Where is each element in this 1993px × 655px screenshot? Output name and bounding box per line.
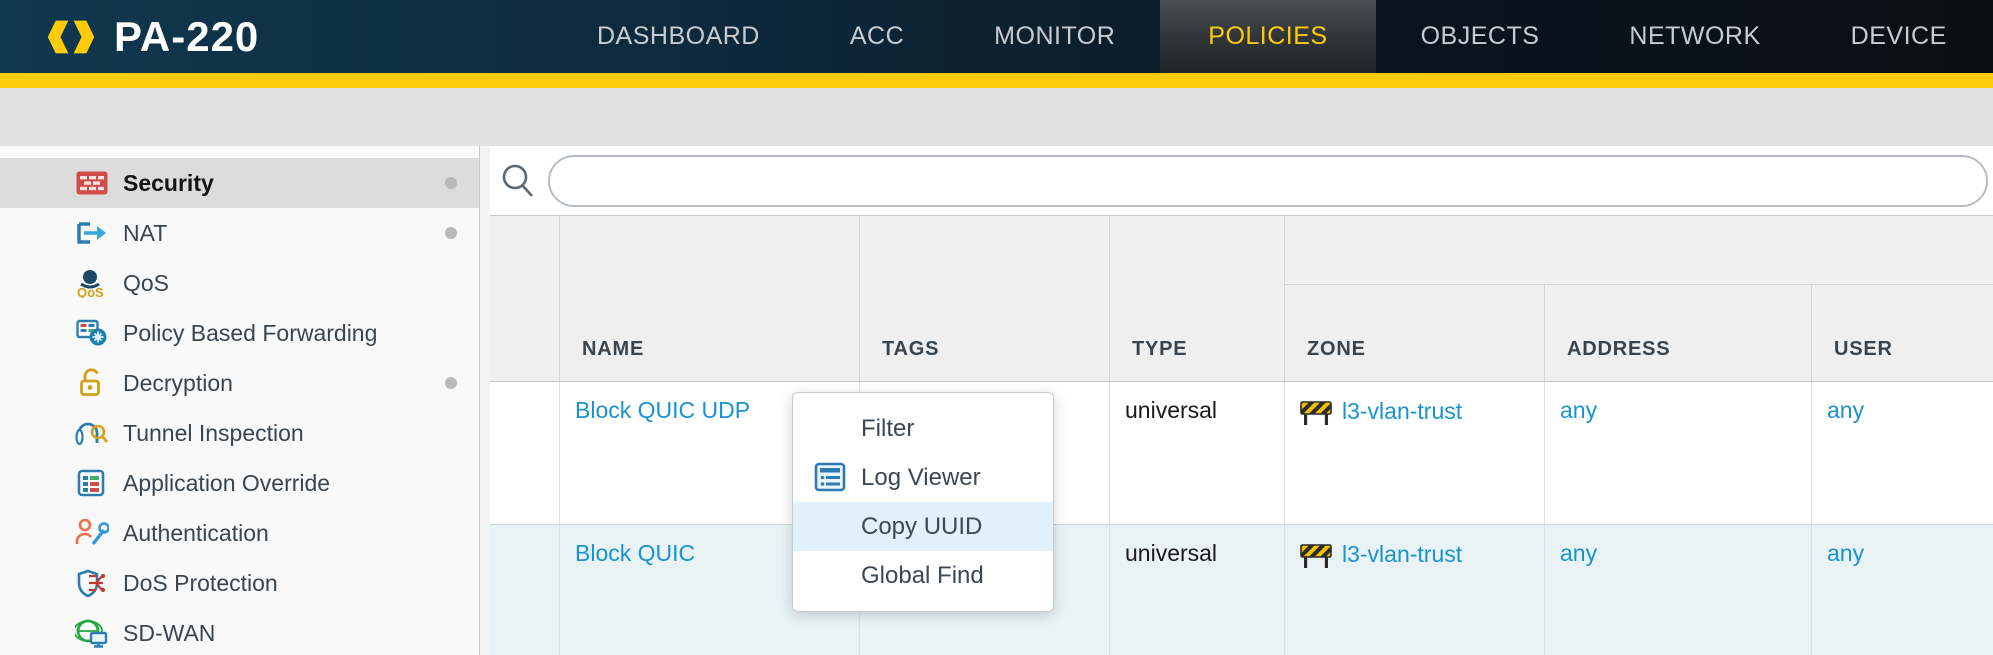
- row-handle-column-header: [490, 216, 560, 381]
- policy-based-forwarding-icon: [75, 318, 109, 348]
- authentication-icon: [75, 518, 109, 548]
- rule-search-row: [490, 146, 1993, 215]
- sidebar-item-label: Decryption: [123, 370, 445, 397]
- sd-wan-icon: [75, 618, 109, 648]
- sidebar-item-label: NAT: [123, 220, 445, 247]
- sidebar-item-tunnel-inspection[interactable]: Tunnel Inspection: [0, 408, 479, 458]
- sidebar-item-label: Application Override: [123, 470, 465, 497]
- nav-tab-network[interactable]: NETWORK: [1584, 0, 1805, 73]
- rule-search-input[interactable]: [548, 155, 1988, 207]
- decryption-icon: [75, 368, 109, 398]
- nav-tab-acc[interactable]: ACC: [805, 0, 949, 73]
- address-link[interactable]: any: [1560, 397, 1597, 423]
- sub-header-band: [0, 88, 1993, 146]
- column-header-user[interactable]: USER: [1812, 285, 1993, 381]
- sidebar-item-policy-based-forwarding[interactable]: Policy Based Forwarding: [0, 308, 479, 358]
- sidebar-item-label: Authentication: [123, 520, 465, 547]
- context-menu-item-log-viewer[interactable]: Log Viewer: [793, 453, 1053, 502]
- security-rules-table: NAME TAGS TYPE Source ZONE ADDRESS USER …: [490, 215, 1993, 655]
- column-header-zone[interactable]: ZONE: [1285, 285, 1545, 381]
- gold-accent-bar: [0, 73, 1993, 88]
- type-cell: universal: [1110, 382, 1285, 524]
- zone-link[interactable]: l3-vlan-trust: [1342, 541, 1462, 568]
- zone-barricade-icon: [1300, 400, 1332, 426]
- qos-icon: QoS: [75, 268, 109, 298]
- sidebar-item-qos[interactable]: QoS QoS: [0, 258, 479, 308]
- row-handle-cell[interactable]: [490, 382, 560, 524]
- nat-icon: [75, 218, 109, 248]
- nav-tab-policies[interactable]: POLICIES: [1160, 0, 1375, 73]
- svg-text:QoS: QoS: [77, 285, 104, 298]
- sidebar-item-application-override[interactable]: Application Override: [0, 458, 479, 508]
- rule-count-dot: [445, 227, 457, 239]
- sidebar-item-label: DoS Protection: [123, 570, 465, 597]
- zone-barricade-icon: [1300, 543, 1332, 569]
- sidebar-item-label: Security: [123, 170, 445, 197]
- sidebar-item-dos-protection[interactable]: DoS Protection: [0, 558, 479, 608]
- rule-name-link[interactable]: Block QUIC: [575, 540, 695, 566]
- search-icon: [498, 161, 538, 201]
- sidebar-item-nat[interactable]: NAT: [0, 208, 479, 258]
- table-row[interactable]: Block QUIC universal l3-vlan-trust any a…: [490, 524, 1993, 655]
- sidebar-item-decryption[interactable]: Decryption: [0, 358, 479, 408]
- table-row[interactable]: Block QUIC UDP universal l3-vlan-trust: [490, 382, 1993, 524]
- log-viewer-icon: [814, 462, 846, 492]
- top-nav: PA-220 DASHBOARD ACC MONITOR POLICIES OB…: [0, 0, 1993, 73]
- sidebar-item-label: Policy Based Forwarding: [123, 320, 465, 347]
- device-model-title: PA-220: [114, 13, 259, 61]
- sidebar-item-authentication[interactable]: Authentication: [0, 508, 479, 558]
- address-link[interactable]: any: [1560, 540, 1597, 566]
- main-nav-menu: DASHBOARD ACC MONITOR POLICIES OBJECTS N…: [552, 0, 1992, 73]
- sidebar-item-security[interactable]: Security: [0, 158, 479, 208]
- rule-count-dot: [445, 177, 457, 189]
- brand-logo: PA-220: [0, 6, 259, 68]
- column-group-header-source: Source: [1285, 216, 1993, 285]
- nav-tab-device[interactable]: DEVICE: [1806, 0, 1992, 73]
- column-header-type[interactable]: TYPE: [1110, 216, 1285, 381]
- pa-220-admin-ui: PA-220 DASHBOARD ACC MONITOR POLICIES OB…: [0, 0, 1993, 655]
- row-context-menu: Filter Log Viewer Copy UUID Global Find: [792, 392, 1054, 612]
- rule-count-dot: [445, 377, 457, 389]
- sidebar-item-label: QoS: [123, 270, 465, 297]
- nav-tab-objects[interactable]: OBJECTS: [1376, 0, 1585, 73]
- policies-sidebar: Security NAT: [0, 146, 480, 655]
- sidebar-item-label: Tunnel Inspection: [123, 420, 465, 447]
- content-area: Security NAT: [0, 146, 1993, 655]
- column-header-address[interactable]: ADDRESS: [1545, 285, 1812, 381]
- security-icon: [75, 168, 109, 198]
- nav-tab-dashboard[interactable]: DASHBOARD: [552, 0, 805, 73]
- table-header: NAME TAGS TYPE Source ZONE ADDRESS USER: [490, 215, 1993, 382]
- user-link[interactable]: any: [1827, 397, 1864, 423]
- column-header-name[interactable]: NAME: [560, 216, 860, 381]
- user-link[interactable]: any: [1827, 540, 1864, 566]
- context-menu-item-global-find[interactable]: Global Find: [793, 551, 1053, 600]
- policies-main-panel: NAME TAGS TYPE Source ZONE ADDRESS USER …: [490, 146, 1993, 655]
- sidebar-item-label: SD-WAN: [123, 620, 465, 647]
- application-override-icon: [75, 468, 109, 498]
- sidebar-scroll-gutter[interactable]: [480, 146, 490, 655]
- sidebar-item-sd-wan[interactable]: SD-WAN: [0, 608, 479, 655]
- palo-alto-logo-icon: [42, 6, 100, 68]
- tunnel-inspection-icon: [75, 418, 109, 448]
- context-menu-item-copy-uuid[interactable]: Copy UUID: [793, 502, 1053, 551]
- type-cell: universal: [1110, 525, 1285, 655]
- zone-link[interactable]: l3-vlan-trust: [1342, 398, 1462, 425]
- context-menu-item-label: Log Viewer: [861, 464, 981, 492]
- rule-name-link[interactable]: Block QUIC UDP: [575, 397, 750, 423]
- row-handle-cell[interactable]: [490, 525, 560, 655]
- context-menu-item-filter[interactable]: Filter: [793, 404, 1053, 453]
- nav-tab-monitor[interactable]: MONITOR: [949, 0, 1160, 73]
- dos-protection-icon: [75, 568, 109, 598]
- column-header-tags[interactable]: TAGS: [860, 216, 1110, 381]
